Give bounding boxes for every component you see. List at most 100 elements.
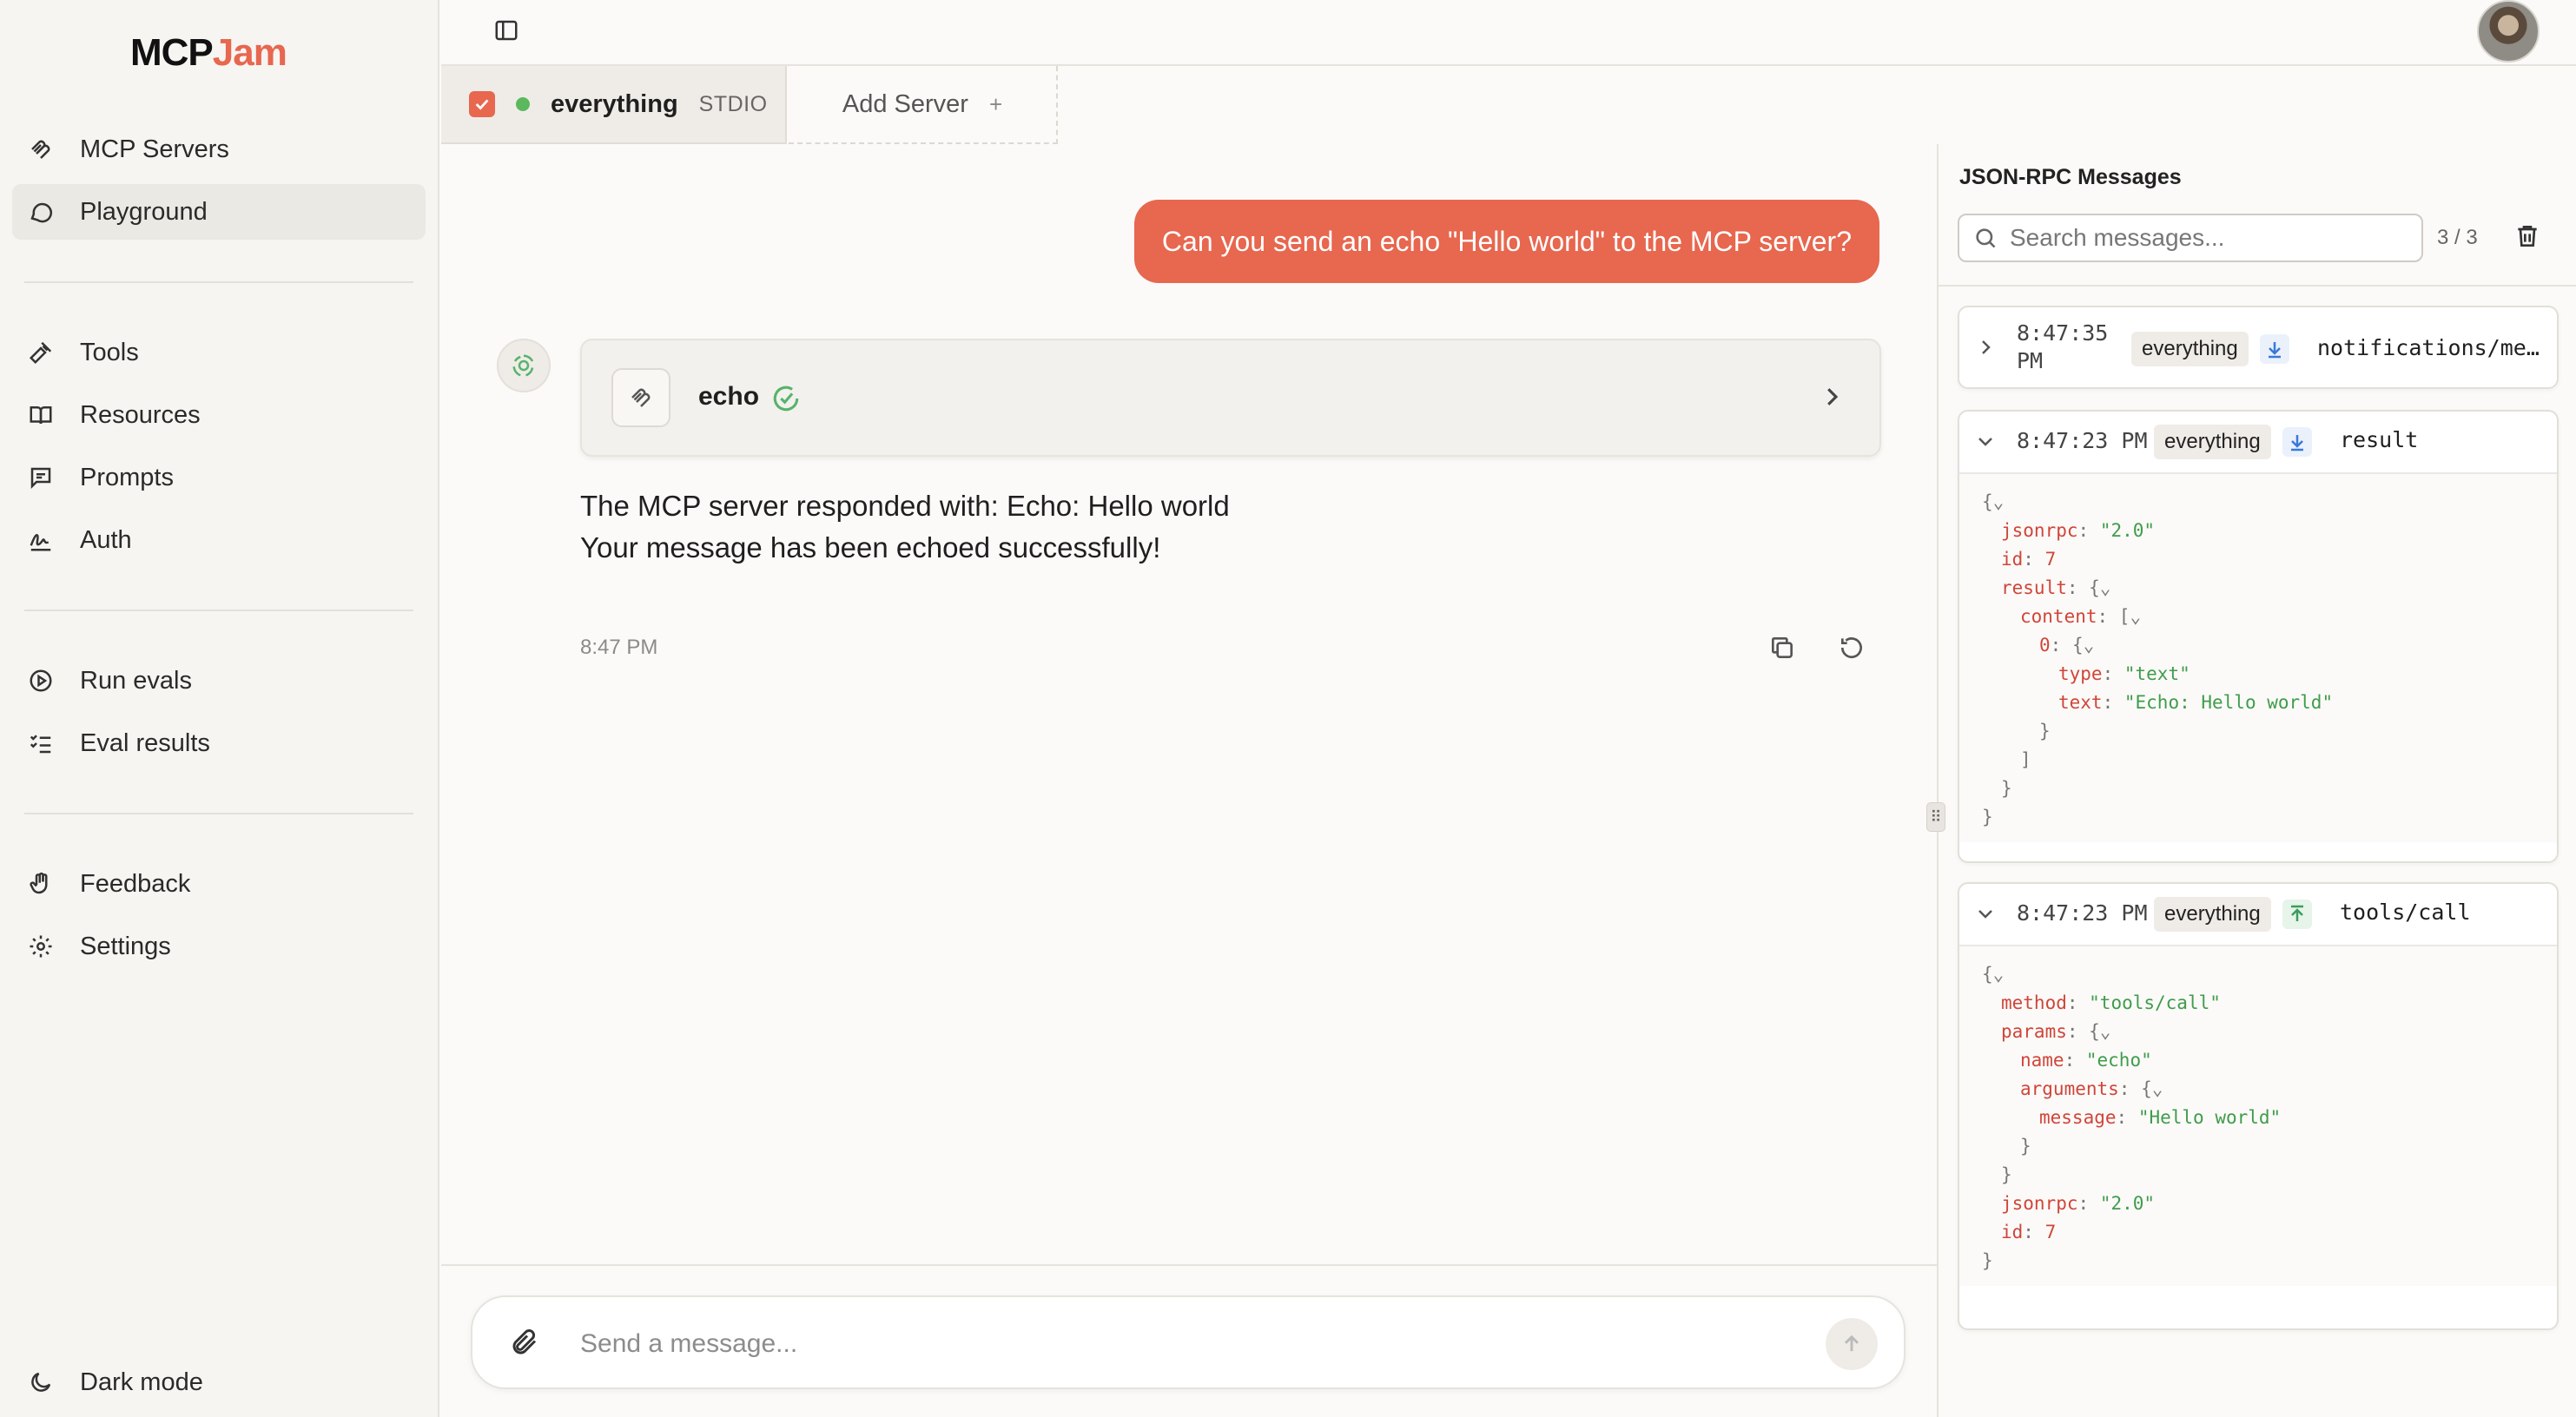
sidebar-divider	[24, 813, 413, 814]
sidebar-item-label: Feedback	[80, 869, 191, 898]
send-button[interactable]	[1826, 1318, 1878, 1370]
hammer-icon	[26, 338, 56, 367]
copy-button[interactable]	[1765, 630, 1800, 665]
server-tabs: everything STDIO Add Server +	[441, 66, 2576, 144]
message-composer	[471, 1295, 1906, 1389]
message-time: 8:47:23 PM	[2017, 428, 2148, 453]
arrow-up-icon	[1844, 1335, 1859, 1352]
dark-mode-toggle[interactable]: Dark mode	[12, 1354, 426, 1410]
attach-button[interactable]	[509, 1327, 544, 1361]
tool-name: echo	[698, 382, 760, 411]
server-badge: everything	[2154, 897, 2271, 932]
assistant-response-line: The MCP server responded with: Echo: Hel…	[580, 490, 1230, 522]
panel-divider	[1939, 285, 2576, 287]
message-time-line: PM	[2017, 348, 2044, 373]
moon-icon	[26, 1368, 56, 1397]
message-time: 8:47:35 PM	[2017, 320, 2108, 375]
user-avatar[interactable]	[2477, 0, 2540, 63]
paperclip-icon	[512, 1328, 537, 1354]
message-method: tools/call	[2340, 900, 2471, 925]
assistant-logo-icon	[512, 354, 534, 377]
plus-icon: +	[988, 90, 1003, 117]
list-checks-icon	[26, 728, 56, 758]
sidebar-item-mcp-servers[interactable]: MCP Servers	[12, 122, 426, 177]
clear-messages-button[interactable]	[2513, 222, 2545, 254]
book-icon	[26, 400, 56, 430]
app-logo[interactable]: MCPJam	[130, 31, 287, 75]
json-rpc-panel: JSON-RPC Messages 3 / 3 8:47:35 PM every…	[1939, 144, 2576, 1417]
sidebar-item-run-evals[interactable]: Run evals	[12, 653, 426, 708]
json-body: {⌄ method: "tools/call" params: {⌄ name:…	[1959, 945, 2557, 1286]
search-input[interactable]	[2010, 224, 2418, 252]
json-message-header[interactable]: 8:47:23 PM everything tools/call	[1959, 884, 2557, 945]
sidebar-item-prompts[interactable]: Prompts	[12, 450, 426, 505]
sidebar-toggle-button[interactable]	[485, 9, 528, 52]
json-message[interactable]: 8:47:23 PM everything tools/call {⌄ meth…	[1958, 882, 2559, 1330]
hand-icon	[26, 869, 56, 899]
sidebar-divider	[24, 281, 413, 283]
chat-bubble-icon	[26, 197, 56, 227]
message-method: result	[2340, 427, 2419, 452]
chat-thread: Can you send an echo "Hello world" to th…	[441, 144, 1937, 1264]
trash-icon	[2518, 226, 2537, 247]
mcp-icon	[26, 135, 56, 164]
sidebar-item-label: Tools	[80, 338, 139, 366]
sidebar-item-label: Run evals	[80, 666, 192, 695]
dark-mode-label: Dark mode	[80, 1368, 203, 1396]
add-server-button[interactable]: Add Server +	[789, 66, 1058, 144]
arrow-down-icon	[2282, 427, 2312, 457]
sidebar-item-tools[interactable]: Tools	[12, 325, 426, 380]
gear-icon	[26, 932, 56, 961]
sidebar-item-resources[interactable]: Resources	[12, 387, 426, 443]
regenerate-button[interactable]	[1834, 630, 1869, 665]
top-bar	[441, 0, 2576, 66]
chevron-right-icon[interactable]	[1819, 384, 1845, 410]
sidebar-item-eval-results[interactable]: Eval results	[12, 715, 426, 771]
server-transport: STDIO	[698, 91, 768, 116]
server-tab-everything[interactable]: everything STDIO	[441, 66, 787, 144]
server-select-checkbox[interactable]	[469, 91, 495, 117]
json-message[interactable]: 8:47:35 PM everything notifications/me…	[1958, 306, 2559, 389]
chevron-down-icon	[1975, 903, 1998, 926]
sidebar-divider	[24, 610, 413, 611]
json-body: {⌄ jsonrpc: "2.0" id: 7 result: {⌄ conte…	[1959, 472, 2557, 842]
json-message[interactable]: 8:47:23 PM everything result {⌄ jsonrpc:…	[1958, 410, 2559, 863]
message-count: 3 / 3	[2437, 226, 2478, 249]
arrow-down-icon	[2260, 334, 2289, 364]
sidebar-item-auth[interactable]: Auth	[12, 512, 426, 568]
check-icon	[475, 99, 489, 110]
message-square-icon	[26, 463, 56, 492]
message-input[interactable]	[580, 1318, 1779, 1370]
server-badge: everything	[2131, 332, 2249, 366]
sidebar-item-label: Playground	[80, 197, 208, 226]
sidebar-item-settings[interactable]: Settings	[12, 919, 426, 974]
sidebar-item-feedback[interactable]: Feedback	[12, 856, 426, 912]
sidebar-item-label: Resources	[80, 400, 201, 429]
tool-call-card[interactable]: echo	[580, 339, 1881, 457]
tool-icon	[611, 368, 670, 427]
tool-success-icon	[771, 384, 801, 413]
json-message-header[interactable]: 8:47:35 PM everything notifications/me…	[1959, 307, 2557, 387]
add-server-label: Add Server	[842, 89, 968, 118]
panel-left-icon	[495, 20, 518, 41]
sidebar-item-playground[interactable]: Playground	[12, 184, 426, 240]
logo-text-mcp: MCP	[130, 31, 214, 74]
signature-icon	[26, 525, 56, 555]
search-icon	[1976, 228, 1996, 248]
connection-status-dot	[516, 97, 530, 111]
assistant-response-line: Your message has been echoed successfull…	[580, 531, 1161, 564]
sidebar-item-label: Auth	[80, 525, 132, 554]
message-timestamp: 8:47 PM	[580, 636, 658, 659]
message-search	[1958, 214, 2423, 262]
panel-title: JSON-RPC Messages	[1959, 165, 2182, 189]
user-message: Can you send an echo "Hello world" to th…	[1133, 200, 1879, 283]
mcp-icon	[631, 388, 651, 407]
play-circle-icon	[26, 666, 56, 695]
json-message-header[interactable]: 8:47:23 PM everything result	[1959, 412, 2557, 472]
composer-area	[441, 1264, 1937, 1417]
sidebar-item-label: MCP Servers	[80, 135, 229, 163]
sidebar-item-label: Prompts	[80, 463, 174, 491]
copy-icon	[1772, 637, 1793, 658]
assistant-avatar	[497, 339, 551, 392]
logo-text-jam: Jam	[212, 31, 287, 74]
